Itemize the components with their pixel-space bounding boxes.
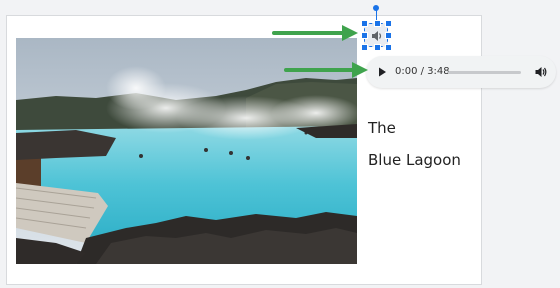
resize-handle-bottom-right[interactable] (385, 44, 392, 51)
resize-handle-left[interactable] (361, 32, 368, 39)
resize-handle-bottom[interactable] (374, 44, 381, 51)
resize-handle-right[interactable] (385, 32, 392, 39)
title-line-2: Blue Lagoon (368, 151, 461, 169)
audio-player: 0:00 / 3:48 (366, 56, 556, 88)
resize-handle-top[interactable] (374, 20, 381, 27)
speaker-icon (372, 31, 382, 41)
arrow-right-icon (284, 62, 368, 78)
resize-handle-top-left[interactable] (361, 20, 368, 27)
volume-icon[interactable] (534, 65, 548, 79)
resize-handle-bottom-left[interactable] (361, 44, 368, 51)
slide-title[interactable]: The Blue Lagoon (368, 112, 461, 176)
audio-progress-bar[interactable] (448, 71, 521, 74)
title-line-1: The (368, 119, 396, 137)
resize-handle-top-right[interactable] (385, 20, 392, 27)
play-icon[interactable] (375, 65, 389, 79)
rotation-handle[interactable] (373, 5, 379, 11)
arrow-right-icon (272, 25, 358, 41)
audio-time-display: 0:00 / 3:48 (395, 66, 450, 77)
